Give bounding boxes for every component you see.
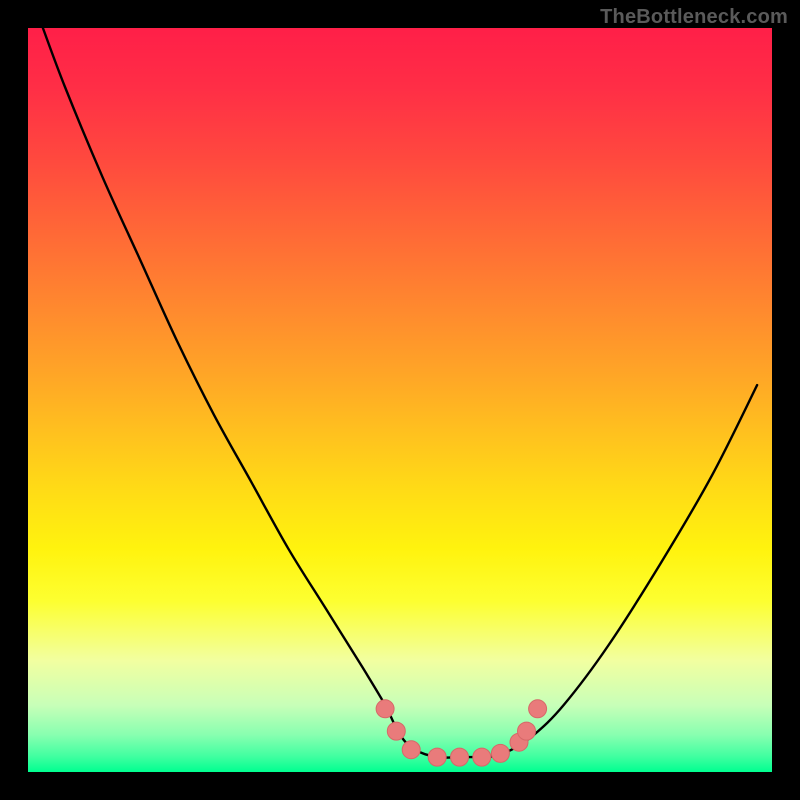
- chart-svg: [28, 28, 772, 772]
- marker-point: [402, 741, 420, 759]
- marker-point: [473, 748, 491, 766]
- marker-point: [387, 722, 405, 740]
- marker-point: [518, 722, 536, 740]
- marker-point: [376, 700, 394, 718]
- watermark-text: TheBottleneck.com: [600, 6, 788, 29]
- chart-frame: TheBottleneck.com: [0, 0, 800, 800]
- marker-point: [491, 744, 509, 762]
- marker-point: [451, 748, 469, 766]
- marker-point: [529, 700, 547, 718]
- plot-area: [28, 28, 772, 772]
- marker-group: [376, 700, 546, 766]
- marker-point: [428, 748, 446, 766]
- bottleneck-curve: [43, 28, 757, 758]
